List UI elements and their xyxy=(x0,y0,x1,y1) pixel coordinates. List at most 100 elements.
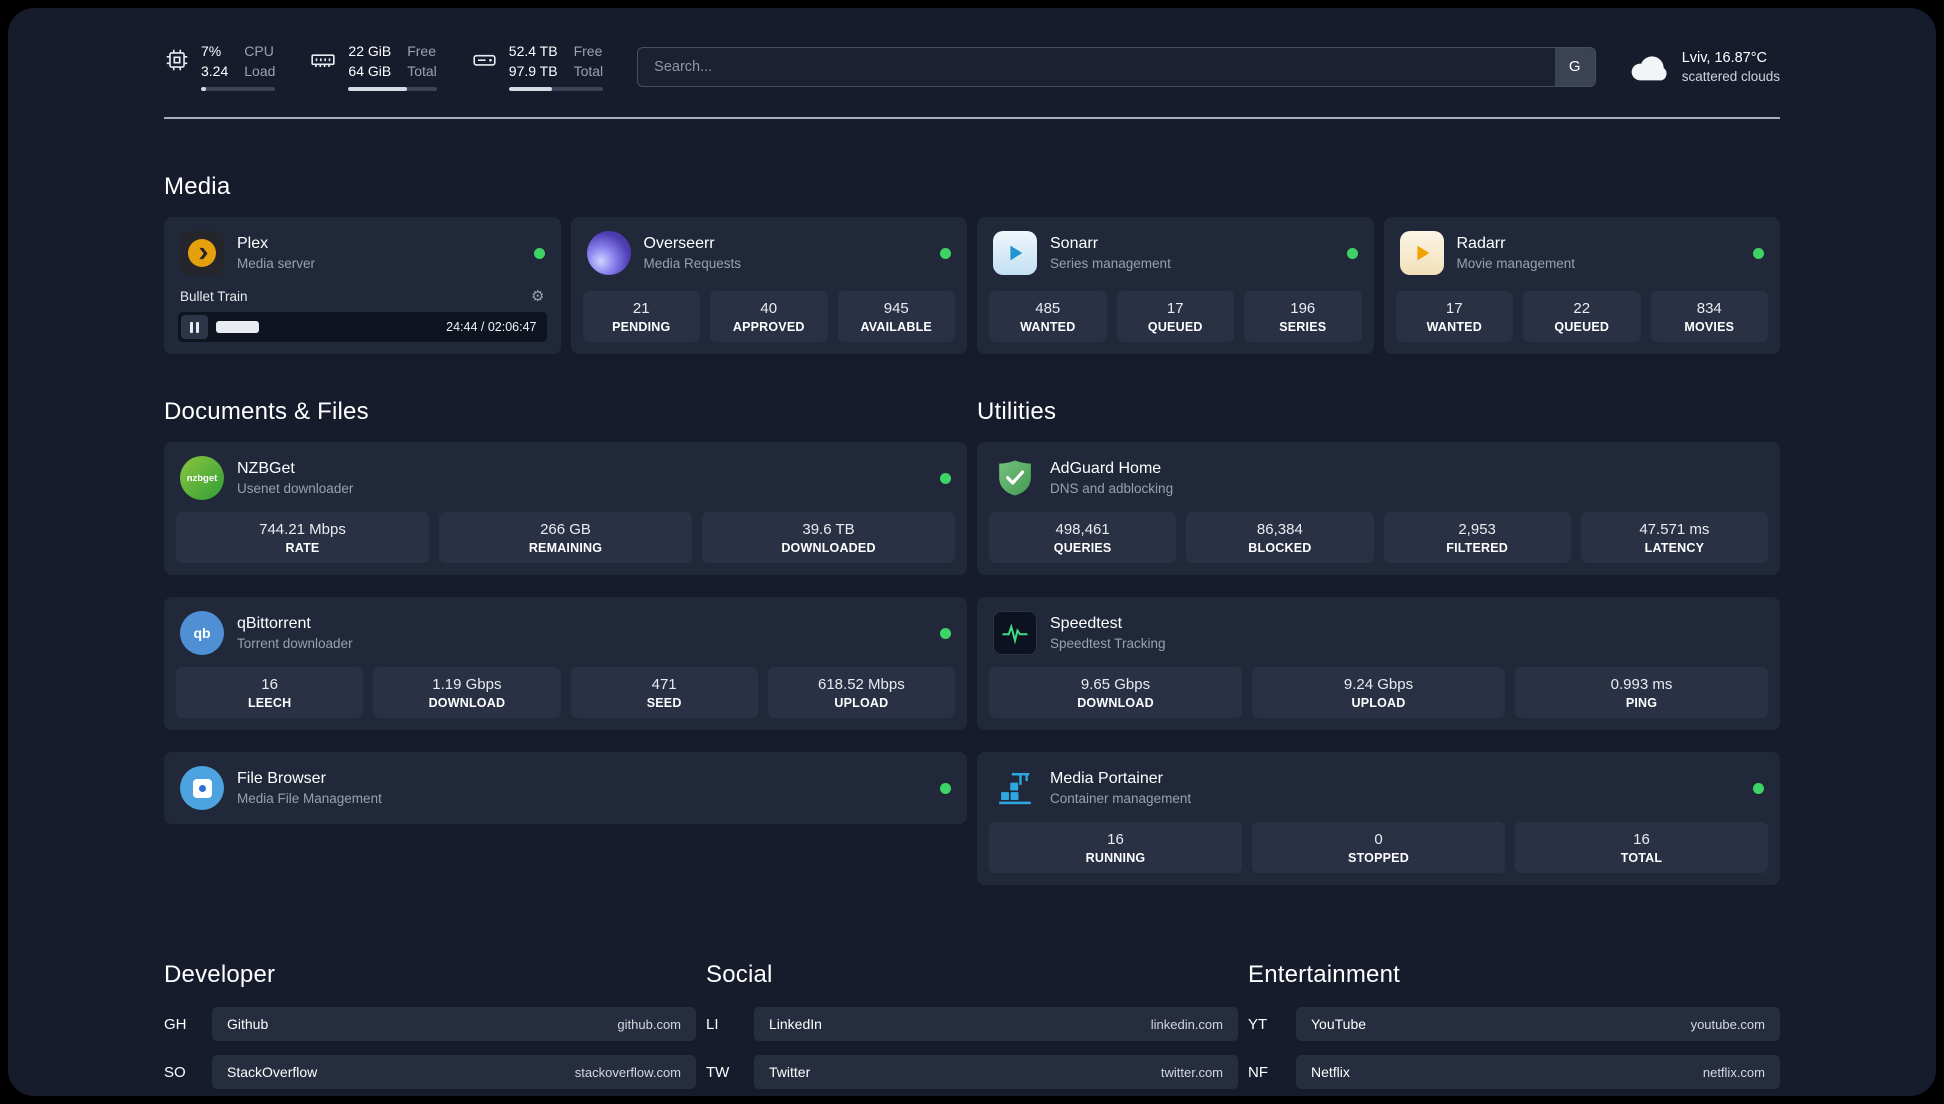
adguard-app-link[interactable]: AdGuard Home DNS and adblocking xyxy=(977,442,1780,512)
stat-tile: 47.571 ms LATENCY xyxy=(1580,512,1768,564)
plex-icon xyxy=(180,231,224,276)
stat-label: WANTED xyxy=(1426,320,1482,335)
status-dot xyxy=(940,782,951,794)
developer-bookmarks: Developer GH Github github.com SO StackO… xyxy=(164,961,696,1096)
stat-label: STOPPED xyxy=(1348,851,1409,866)
stat-tile: 266 GB REMAINING xyxy=(439,512,692,564)
stat-tile: 39.6 TB DOWNLOADED xyxy=(702,512,955,564)
filebrowser-icon xyxy=(180,766,224,811)
gear-icon[interactable]: ⚙ xyxy=(531,287,544,305)
app-subtitle: Media Requests xyxy=(643,256,742,272)
stat-value: 498,461 xyxy=(1055,521,1110,539)
bookmark-row: YT YouTube youtube.com xyxy=(1248,1007,1780,1042)
stat-label: MOVIES xyxy=(1684,320,1735,335)
portainer-app-link[interactable]: Media Portainer Container management xyxy=(977,752,1780,822)
cpu-load-label: Load xyxy=(244,62,276,79)
search-engine-button[interactable]: G xyxy=(1554,47,1595,86)
disk-progress-bar xyxy=(508,87,604,92)
stat-label: PING xyxy=(1625,696,1658,711)
stat-tile: 2,953 FILTERED xyxy=(1383,512,1571,564)
stat-tile: 21 PENDING xyxy=(582,291,700,343)
bookmark-abbr: GH xyxy=(164,1015,187,1033)
speedtest-app-link[interactable]: Speedtest Speedtest Tracking xyxy=(977,597,1780,667)
utilities-section-title: Utilities xyxy=(977,398,1057,426)
bookmark-abbr: SO xyxy=(164,1063,186,1081)
stat-value: 2,953 xyxy=(1458,521,1496,539)
bookmark-name: Netflix xyxy=(1311,1064,1350,1081)
stat-tile: 945 AVAILABLE xyxy=(837,291,955,343)
stat-label: UPLOAD xyxy=(1351,696,1406,711)
stat-tile: 0 STOPPED xyxy=(1252,822,1505,874)
stat-tile: 471 SEED xyxy=(570,667,758,719)
speedtest-icon xyxy=(993,611,1037,656)
bookmark-link-linkedin[interactable]: LinkedIn linkedin.com xyxy=(754,1007,1238,1042)
bookmark-link-stackoverflow[interactable]: StackOverflow stackoverflow.com xyxy=(212,1055,696,1090)
stat-tile: 498,461 QUERIES xyxy=(989,512,1177,564)
nzbget-icon-text: nzbget xyxy=(186,472,218,484)
bookmark-link-twitter[interactable]: Twitter twitter.com xyxy=(754,1055,1238,1090)
bookmark-link-github[interactable]: Github github.com xyxy=(212,1007,696,1042)
app-subtitle: Media server xyxy=(237,256,316,272)
status-dot xyxy=(533,247,545,259)
playback-time: 24:44 / 02:06:47 xyxy=(446,320,537,335)
social-bookmarks: Social LI LinkedIn linkedin.com TW Twitt… xyxy=(706,961,1238,1096)
documents-section-title: Documents & Files xyxy=(164,398,369,426)
pause-button[interactable] xyxy=(181,315,208,340)
bookmark-row: GH Github github.com xyxy=(164,1007,696,1042)
bookmark-name: StackOverflow xyxy=(227,1064,318,1081)
adguard-shield-icon xyxy=(993,456,1037,500)
app-subtitle: DNS and adblocking xyxy=(1050,481,1174,497)
app-subtitle: Series management xyxy=(1050,256,1171,272)
filebrowser-card: File Browser Media File Management xyxy=(164,752,967,825)
stat-value: 834 xyxy=(1696,300,1722,318)
disk-icon xyxy=(473,54,496,66)
plex-app-link[interactable]: Plex Media server xyxy=(164,217,561,287)
app-name: File Browser xyxy=(237,770,326,788)
adguard-stats: 498,461 QUERIES 86,384 BLOCKED 2,953 FIL… xyxy=(977,512,1780,575)
stat-label: RUNNING xyxy=(1085,851,1146,866)
adguard-card: AdGuard Home DNS and adblocking 498,461 … xyxy=(977,442,1780,576)
overseerr-stats: 21 PENDING 40 APPROVED 945 AVAILABLE xyxy=(571,291,968,354)
stat-label: LEECH xyxy=(247,696,292,711)
stat-tile: 1.19 Gbps DOWNLOAD xyxy=(373,667,561,719)
weather-location: Lviv, 16.87°C xyxy=(1681,49,1768,66)
radarr-card: Radarr Movie management 17 WANTED 22 QUE… xyxy=(1383,217,1781,355)
bookmark-url: netflix.com xyxy=(1702,1064,1765,1080)
app-subtitle: Usenet downloader xyxy=(237,481,354,497)
cpu-percent: 7% xyxy=(201,43,222,59)
filebrowser-app-link[interactable]: File Browser Media File Management xyxy=(164,752,967,822)
now-playing-title: Bullet Train xyxy=(180,288,248,304)
cpu-chip-icon xyxy=(166,49,188,71)
bookmark-row: LI LinkedIn linkedin.com xyxy=(706,1007,1238,1042)
stat-label: DOWNLOAD xyxy=(1077,696,1154,711)
speedtest-stats: 9.65 Gbps DOWNLOAD 9.24 Gbps UPLOAD 0.99… xyxy=(977,667,1780,730)
nzbget-card: nzbget NZBGet Usenet downloader 744.21 M… xyxy=(164,442,967,576)
bookmark-url: linkedin.com xyxy=(1150,1016,1223,1032)
plex-card: Plex Media server Bullet Train ⚙ 24:44 /… xyxy=(164,217,561,355)
app-name: AdGuard Home xyxy=(1050,460,1162,478)
status-dot xyxy=(940,247,951,259)
qbittorrent-app-link[interactable]: qb qBittorrent Torrent downloader xyxy=(164,597,967,667)
weather-condition: scattered clouds xyxy=(1681,68,1780,84)
bookmark-link-youtube[interactable]: YouTube youtube.com xyxy=(1296,1007,1780,1042)
portainer-card: Media Portainer Container management 16 … xyxy=(977,752,1780,886)
stat-tile: 86,384 BLOCKED xyxy=(1186,512,1374,564)
bookmark-row: TW Twitter twitter.com xyxy=(706,1055,1238,1090)
top-bar: 7% 3.24 CPU Load 22 GiB 64 GiB Free Tota… xyxy=(164,42,1780,92)
stat-label: PENDING xyxy=(612,320,671,335)
radarr-app-link[interactable]: Radarr Movie management xyxy=(1384,217,1781,287)
overseerr-app-link[interactable]: Overseerr Media Requests xyxy=(571,217,968,287)
ram-progress-bar xyxy=(348,87,437,92)
bookmark-abbr: TW xyxy=(706,1063,730,1081)
search-input[interactable] xyxy=(637,46,1596,87)
stat-value: 0 xyxy=(1374,831,1383,849)
documents-section: Documents & Files nzbget NZBGet Usenet d… xyxy=(164,398,967,825)
stat-label: SERIES xyxy=(1279,320,1327,335)
sonarr-app-link[interactable]: Sonarr Series management xyxy=(977,217,1374,287)
utilities-section: Utilities AdGuard Home DNS and adblockin… xyxy=(977,398,1780,886)
stat-value: 471 xyxy=(651,676,677,694)
nzbget-app-link[interactable]: nzbget NZBGet Usenet downloader xyxy=(164,442,967,512)
bookmark-link-netflix[interactable]: Netflix netflix.com xyxy=(1296,1055,1780,1090)
stat-value: 0.993 ms xyxy=(1610,676,1673,694)
stat-tile: 0.993 ms PING xyxy=(1515,667,1768,719)
